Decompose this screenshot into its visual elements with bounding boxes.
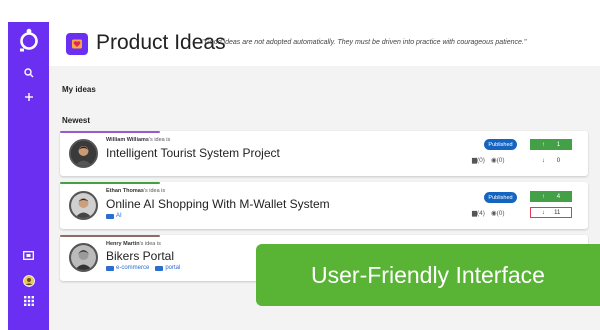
idea-card[interactable]: Ethan Thomas's idea is Online AI Shoppin… <box>60 182 588 229</box>
tag-list: AI <box>106 213 122 219</box>
page-header: Product Ideas "Good ideas are not adopte… <box>49 22 600 66</box>
author-line: Ethan Thomas's idea is <box>106 188 165 194</box>
upvote-count: 1 <box>556 141 561 148</box>
tag-icon <box>106 265 114 271</box>
author-name[interactable]: William Williams <box>106 137 149 143</box>
card-accent-bar <box>60 235 160 237</box>
arrow-up-icon: ↑ <box>541 193 545 200</box>
upvote-button[interactable]: ↑ 1 <box>530 139 572 150</box>
status-badge: Published <box>484 139 517 150</box>
arrow-up-icon: ↑ <box>541 141 545 148</box>
screen-icon[interactable] <box>8 251 49 260</box>
idea-title[interactable]: Intelligent Tourist System Project <box>106 146 280 160</box>
author-suffix: 's idea is <box>143 188 166 194</box>
author-name[interactable]: Ethan Thomas <box>106 188 144 194</box>
apps-grid-icon[interactable] <box>8 296 49 306</box>
idea-counts: ▆(0) ◉(0) <box>472 156 505 164</box>
author-line: William Williams's idea is <box>106 137 170 143</box>
upvote-count: 4 <box>556 193 561 200</box>
author-suffix: 's idea is <box>149 137 171 143</box>
page-quote: "Good ideas are not adopted automaticall… <box>202 39 527 46</box>
downvote-button[interactable]: ↓ 11 <box>530 207 572 218</box>
user-avatar[interactable] <box>8 275 49 287</box>
product-ideas-logo-icon <box>66 33 88 55</box>
downvote-button[interactable]: ↓ 0 <box>530 155 572 166</box>
tag-label: portal <box>165 265 181 271</box>
feature-banner: User-Friendly Interface <box>256 244 600 306</box>
card-accent-bar <box>60 182 160 184</box>
arrow-down-icon: ↓ <box>541 157 545 164</box>
arrow-down-icon: ↓ <box>541 209 545 216</box>
comment-count[interactable]: ▆(4) <box>472 209 485 217</box>
plus-icon[interactable] <box>8 92 49 102</box>
downvote-count: 0 <box>556 157 561 164</box>
idea-counts: ▆(4) ◉(0) <box>472 209 505 217</box>
tag-list: e-commerce portal <box>106 265 180 271</box>
tag-icon <box>106 213 114 219</box>
tag-label: AI <box>116 213 122 219</box>
comment-count-value: (0) <box>477 157 485 164</box>
tag-label: e-commerce <box>116 265 150 271</box>
tag[interactable]: AI <box>106 213 122 219</box>
downvote-count: 11 <box>554 209 561 216</box>
tag[interactable]: portal <box>155 265 180 271</box>
tag[interactable]: e-commerce <box>106 265 149 271</box>
section-my-ideas: My ideas <box>62 85 96 94</box>
search-icon[interactable] <box>8 68 49 78</box>
tag-icon <box>155 265 164 271</box>
card-accent-bar <box>60 131 160 133</box>
status-badge: Published <box>484 192 517 203</box>
logo-icon[interactable] <box>8 28 49 52</box>
view-count: ◉(0) <box>491 209 505 217</box>
avatar <box>69 191 98 220</box>
comment-count-value: (4) <box>477 210 485 217</box>
idea-title[interactable]: Bikers Portal <box>106 249 174 263</box>
avatar <box>69 243 98 272</box>
section-newest: Newest <box>62 116 91 125</box>
author-suffix: 's idea is <box>139 241 161 247</box>
sidebar <box>8 22 49 330</box>
idea-title[interactable]: Online AI Shopping With M-Wallet System <box>106 197 330 211</box>
upvote-button[interactable]: ↑ 4 <box>530 191 572 202</box>
view-count-value: (0) <box>496 210 505 217</box>
avatar <box>69 139 98 168</box>
comment-count[interactable]: ▆(0) <box>472 156 485 164</box>
view-count-value: (0) <box>496 157 505 164</box>
view-count: ◉(0) <box>491 156 505 164</box>
author-name[interactable]: Henry Martin <box>106 241 140 247</box>
idea-card[interactable]: William Williams's idea is Intelligent T… <box>60 131 588 176</box>
author-line: Henry Martin's idea is <box>106 241 161 247</box>
